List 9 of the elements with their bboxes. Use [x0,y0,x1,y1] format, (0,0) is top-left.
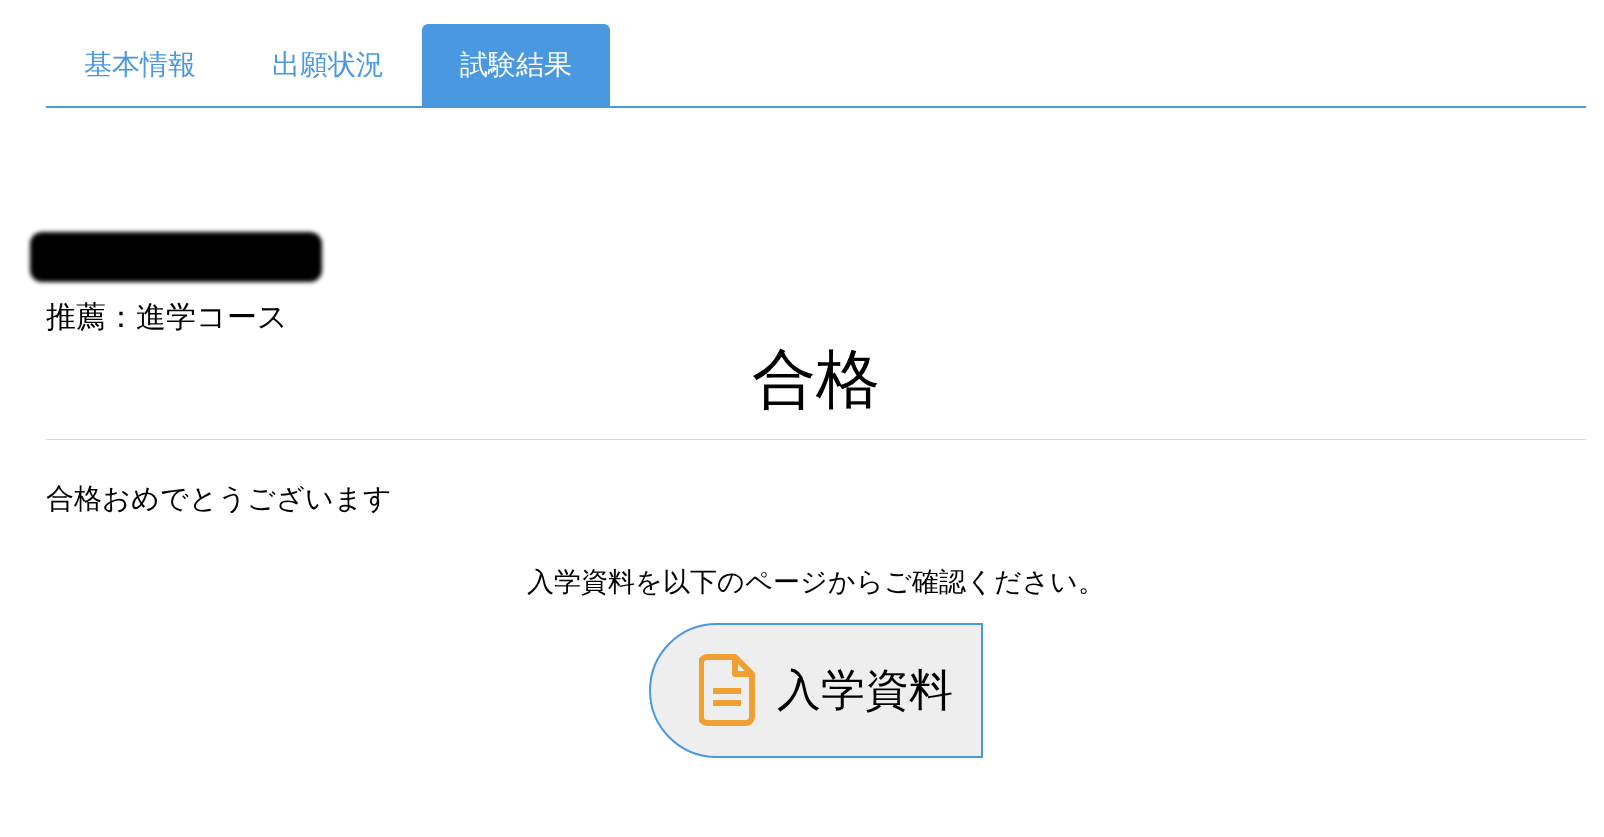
congratulations-text: 合格おめでとうございます [46,482,393,516]
tab[interactable]: 基本情報 [46,24,234,106]
tab[interactable]: 試験結果 [422,24,610,106]
documents-button[interactable]: 入学資料 [649,622,983,758]
course-label: 推薦：進学コース [46,299,289,335]
tab[interactable]: 出願状況 [234,24,422,106]
result-heading: 合格 [751,342,881,417]
document-icon [699,654,755,726]
instruction-text: 入学資料を以下のページからご確認ください。 [526,566,1106,599]
